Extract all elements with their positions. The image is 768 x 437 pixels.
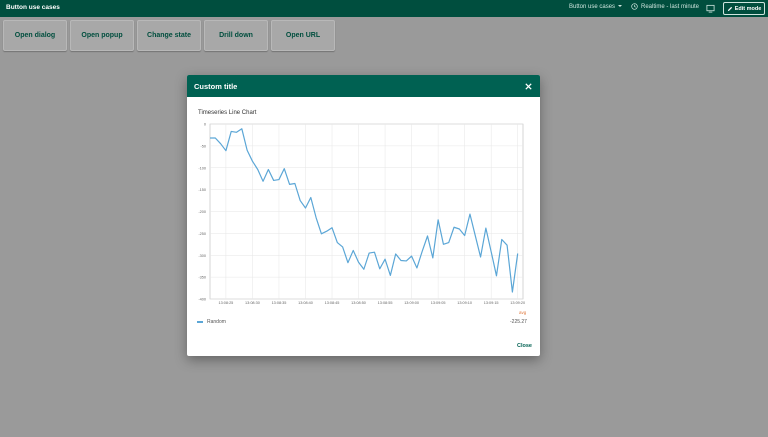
open-dialog-button[interactable]: Open dialog [3, 20, 67, 51]
y-tick-label: -50 [201, 144, 207, 148]
edit-mode-label: Edit mode [734, 5, 762, 12]
y-tick-label: -400 [198, 298, 206, 302]
close-button[interactable]: Close [517, 343, 532, 349]
y-tick-label: -350 [198, 276, 206, 280]
x-tick-label: 13:09:05 [431, 301, 446, 305]
y-tick-label: -200 [198, 210, 206, 214]
action-button-row: Open dialog Open popup Change state Dril… [3, 20, 335, 51]
x-tick-label: 13:08:40 [298, 301, 313, 305]
x-tick-label: 13:09:00 [404, 301, 419, 305]
timewindow-button[interactable]: Realtime - last minute [631, 3, 699, 10]
x-tick-label: 13:09:10 [457, 301, 472, 305]
top-bar: Button use cases Button use cases Realti… [0, 0, 768, 17]
legend-avg-value: -225.27 [510, 319, 527, 325]
change-state-button[interactable]: Change state [137, 20, 201, 51]
y-tick-label: -300 [198, 254, 206, 258]
legend-series-name: Random [207, 319, 226, 325]
dashboard-title: Button use cases [6, 4, 60, 11]
x-tick-label: 13:08:25 [219, 301, 234, 305]
legend-swatch [197, 321, 203, 323]
x-tick-label: 13:09:20 [510, 301, 525, 305]
y-tick-label: -100 [198, 166, 206, 170]
x-tick-label: 13:08:50 [351, 301, 366, 305]
fullscreen-icon[interactable] [706, 4, 715, 13]
clock-icon [631, 3, 638, 10]
x-tick-label: 13:08:30 [245, 301, 260, 305]
custom-dialog: Custom title Timeseries Line Chart 0 -50-… [187, 75, 540, 356]
x-tick-label: 13:08:45 [325, 301, 340, 305]
dashboard-select-label: Button use cases [569, 4, 616, 10]
legend-avg-header: avg [519, 310, 527, 315]
timeseries-line-chart: 0 -50 -100 -150 -200 -250 -300 -350 -400 13:08:25… [198, 123, 525, 306]
pencil-icon [727, 6, 732, 11]
series-line-random [210, 128, 519, 293]
caret-down-icon [618, 5, 623, 7]
edit-mode-button[interactable]: Edit mode [723, 2, 765, 15]
y-tick-label: 0 [204, 123, 206, 127]
x-tick-label: 13:08:35 [272, 301, 287, 305]
y-tick-label: -250 [198, 232, 206, 236]
open-url-button[interactable]: Open URL [271, 20, 335, 51]
y-tick-label: -150 [198, 188, 206, 192]
x-tick-label: 13:09:15 [484, 301, 499, 305]
timewindow-label: Realtime - last minute [641, 3, 700, 10]
legend-item[interactable]: Random [197, 319, 226, 325]
dashboard-select[interactable]: Button use cases [569, 4, 623, 10]
drill-down-button[interactable]: Drill down [204, 20, 268, 51]
open-popup-button[interactable]: Open popup [70, 20, 134, 51]
x-tick-label: 13:08:55 [378, 301, 393, 305]
